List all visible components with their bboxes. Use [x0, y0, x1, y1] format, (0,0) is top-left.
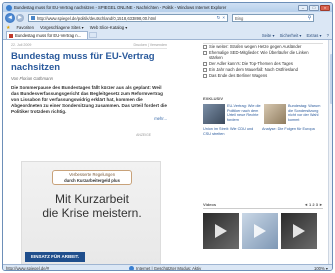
ie-logo-icon: [6, 4, 12, 11]
teaser-row: EU-Vertrag: Wie die Politiker nach dem U…: [203, 104, 323, 124]
tab-label: Bundestag muss für EU-Vertrag n...: [15, 33, 82, 38]
ad-headline-line1: Mit Kurzarbeit: [54, 192, 130, 206]
bullet-icon: [203, 50, 207, 55]
ad-bubble: Verbesserte Regelungen durch Kurzarbeite…: [52, 170, 132, 185]
video-thumbnail[interactable]: [281, 213, 317, 249]
play-icon[interactable]: [215, 224, 227, 238]
teaser-text[interactable]: EU-Vertrag: Wie die Politiker nach dem U…: [227, 104, 262, 124]
search-box[interactable]: Bing ⚲: [232, 14, 314, 22]
close-button[interactable]: ×: [320, 4, 330, 11]
video-section: Videos ◄ 1 2 3 ►: [203, 202, 323, 249]
play-icon[interactable]: [293, 224, 305, 238]
command-help[interactable]: ?: [327, 33, 329, 38]
favorites-item[interactable]: Web Slice-Katalog ▾: [90, 25, 128, 30]
teaser-row: Union im Streit: Wie CDU und CSU streite…: [203, 127, 323, 136]
article-date: 22. Juli 2009: [11, 43, 32, 47]
favorites-bar: ★ Favoriten Vorgeschlagene Sites ▾ Web S…: [3, 24, 332, 31]
url-text[interactable]: http://www.spiegel.de/politik/deutschlan…: [37, 16, 187, 21]
bullet-icon: [203, 44, 207, 49]
article-meta: 22. Juli 2009 Drucken | Versenden: [11, 43, 167, 49]
status-bar: http://www.spiegel.de/# Internet | Gesch…: [3, 264, 332, 271]
list-item[interactable]: Sie weiter: Strafen wegen Hetze gegen Au…: [203, 44, 323, 49]
ad-bubble-line2: durch Kurzarbeitergeld plus: [64, 178, 120, 183]
maximize-button[interactable]: □: [309, 4, 319, 11]
list-item[interactable]: Das Ende des Berliner Wagens: [203, 73, 323, 78]
address-bar[interactable]: http://www.spiegel.de/politik/deutschlan…: [28, 14, 228, 22]
list-item[interactable]: Ein Jahr nach dem Mauerfall: Nach Ostfri…: [203, 67, 323, 72]
ad-logo: EINSATZ FÜR ARBEIT.: [25, 252, 85, 262]
command-bar: Seite ▾ Sicherheit ▾ Extras ▾ ?: [262, 33, 332, 38]
article-lead: Die Sommerpause des Bundestages fällt kü…: [11, 85, 167, 114]
scrollbar-thumb[interactable]: [330, 54, 332, 104]
video-thumbnail[interactable]: [242, 213, 278, 249]
back-button[interactable]: ◄: [5, 13, 15, 23]
title-bar: Bundestag muss für EU-Vertrag nachsitzen…: [3, 3, 332, 12]
zone-text: Internet | Geschützter Modus: Aktiv: [136, 266, 202, 271]
ad-headline: Mit Kurzarbeit die Krise meistern.: [22, 192, 162, 220]
favorites-star-icon[interactable]: ★: [6, 25, 10, 31]
article-byline[interactable]: Von Florian Gathmann: [11, 76, 167, 81]
page-icon: [31, 16, 35, 20]
refresh-icon[interactable]: ↻: [217, 15, 221, 21]
teaser-text[interactable]: Bundestag: Warum die Sondersitzung nicht…: [288, 104, 323, 124]
bullet-icon: [203, 61, 207, 66]
bullet-icon: [203, 67, 207, 72]
play-icon[interactable]: [254, 224, 266, 238]
advertisement[interactable]: Verbesserte Regelungen durch Kurzarbeite…: [21, 161, 161, 264]
ad-label: ANZEIGE: [136, 133, 151, 137]
security-zone: Internet | Geschützter Modus: Aktiv: [129, 266, 202, 271]
article-headline[interactable]: Bundestag muss für EU-Vertrag nachsitzen: [11, 51, 167, 73]
stop-icon[interactable]: ×: [222, 15, 225, 21]
command-page[interactable]: Seite ▾: [262, 33, 275, 38]
forward-button[interactable]: ►: [16, 14, 24, 22]
video-row: [203, 213, 323, 249]
list-item[interactable]: Der Adler kann's: Die Top-Themen des Tag…: [203, 61, 323, 66]
window-controls: – □ ×: [298, 4, 332, 11]
command-safety[interactable]: Sicherheit ▾: [280, 33, 302, 38]
command-tools[interactable]: Extras ▾: [307, 33, 322, 38]
search-icon[interactable]: ⚲: [306, 15, 313, 21]
zoom-control[interactable]: 100% ▾: [314, 266, 332, 270]
browser-window: Bundestag muss für EU-Vertrag nachsitzen…: [2, 2, 333, 271]
tab-active[interactable]: Bundestag muss für EU-Vertrag n...: [6, 31, 88, 39]
teaser-text[interactable]: Analyse: Die Folgen für Europa: [262, 127, 319, 136]
window-title: Bundestag muss für EU-Vertrag nachsitzen…: [14, 5, 227, 10]
globe-icon: [129, 266, 135, 270]
bullet-icon: [203, 73, 207, 78]
navigation-bar: ◄ ► http://www.spiegel.de/politik/deutsc…: [3, 12, 332, 24]
vertical-scrollbar[interactable]: [328, 40, 332, 264]
favorites-label[interactable]: Favoriten: [16, 25, 33, 30]
video-thumbnail[interactable]: [203, 213, 239, 249]
search-input[interactable]: Bing: [235, 16, 243, 21]
section-heading: Exklusiv: [203, 96, 224, 101]
list-item[interactable]: Ehemalige SED-Mitglieder: Wie Überläufer…: [203, 50, 323, 60]
status-url: http://www.spiegel.de/#: [6, 266, 50, 271]
read-more-link[interactable]: mehr...: [11, 116, 167, 121]
tab-bar: Bundestag muss für EU-Vertrag n... Seite…: [3, 31, 332, 40]
site-favicon-icon: [9, 33, 13, 38]
favorites-item[interactable]: Vorgeschlagene Sites ▾: [40, 25, 84, 30]
sidebar: Sie weiter: Strafen wegen Hetze gegen Au…: [203, 43, 323, 136]
teaser-image[interactable]: [264, 104, 286, 124]
article-tools[interactable]: Drucken | Versenden: [134, 43, 168, 47]
minimize-button[interactable]: –: [298, 4, 308, 11]
teaser-image[interactable]: [203, 104, 225, 124]
ad-headline-line2: die Krise meistern.: [42, 206, 142, 220]
new-tab-button[interactable]: [89, 32, 97, 38]
page-content: 22. Juli 2009 Drucken | Versenden Bundes…: [3, 40, 332, 264]
video-title: Videos: [203, 202, 217, 207]
video-header: Videos ◄ 1 2 3 ►: [203, 202, 323, 209]
video-pager[interactable]: ◄ 1 2 3 ►: [304, 202, 323, 207]
article-column: 22. Juli 2009 Drucken | Versenden Bundes…: [11, 43, 167, 137]
sidebar-link-list: Sie weiter: Strafen wegen Hetze gegen Au…: [203, 43, 323, 78]
teaser-text[interactable]: Union im Streit: Wie CDU und CSU streite…: [203, 127, 260, 136]
